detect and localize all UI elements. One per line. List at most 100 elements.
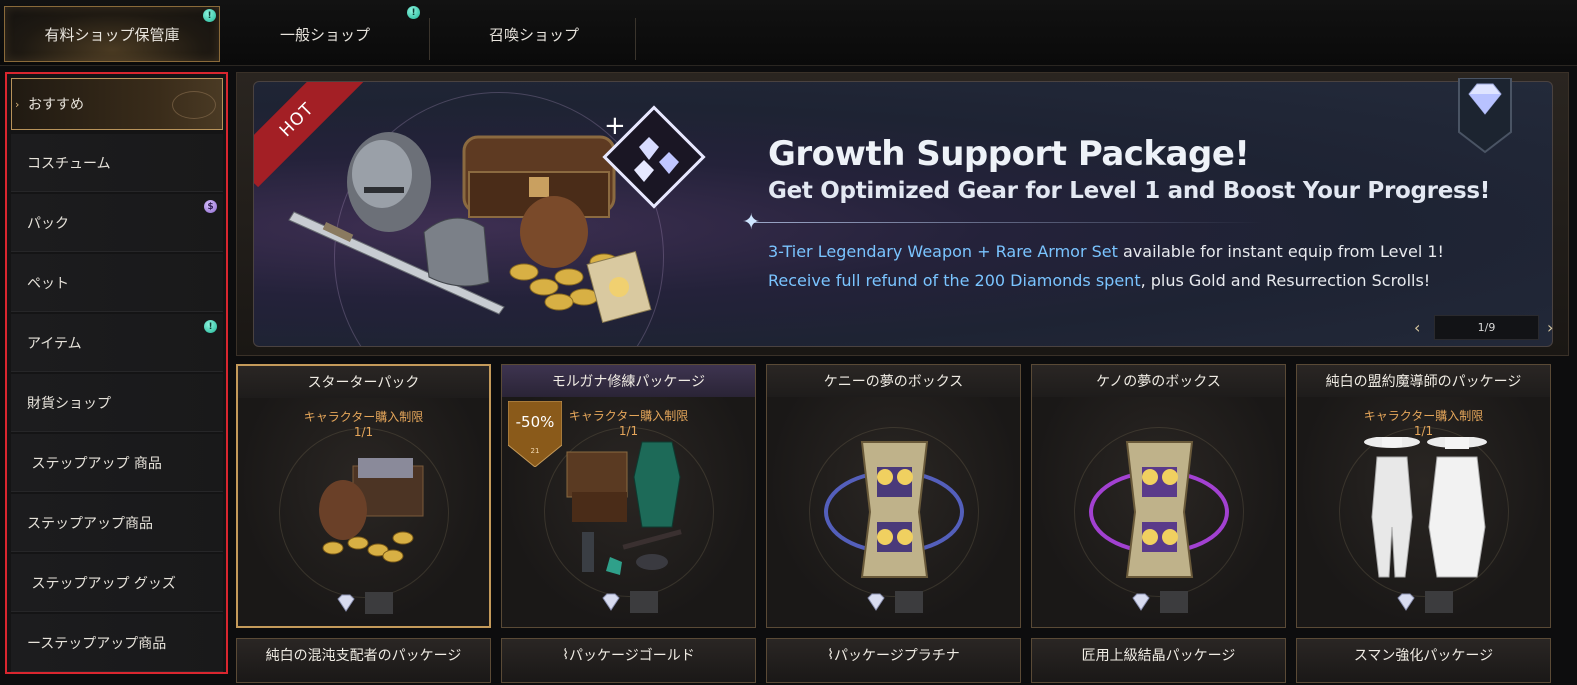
notification-badge: ! bbox=[204, 320, 217, 333]
product-title: ⌇ パッケージプラチナ bbox=[767, 639, 1020, 671]
price-value bbox=[1424, 591, 1453, 613]
sidebar-item-label: ーステップアップ商品 bbox=[27, 635, 167, 652]
tab-divider bbox=[429, 18, 430, 60]
diamond-icon bbox=[1131, 593, 1150, 611]
sidebar-item-recommended[interactable]: › おすすめ bbox=[11, 78, 223, 130]
diamond-icon bbox=[866, 593, 885, 611]
product-title: モルガナ修練パッケージ bbox=[502, 365, 755, 397]
sidebar-item-label: おすすめ bbox=[28, 97, 84, 113]
price-value bbox=[629, 591, 658, 613]
product-card-kenny-dream-box[interactable]: ケニーの夢のボックス bbox=[766, 364, 1021, 628]
price-row bbox=[1297, 591, 1550, 613]
sidebar-item-label: ステップアップ グッズ bbox=[27, 575, 176, 592]
purchase-limit-label: キャラクター購入制限 bbox=[1363, 409, 1484, 423]
sidebar-item-stepup-1[interactable]: ステップアップ 商品 bbox=[11, 434, 223, 492]
discount-text: -50% bbox=[516, 413, 555, 431]
product-title: ケノの夢のボックス bbox=[1032, 365, 1285, 397]
category-sidebar: › おすすめ コスチューム パック $ ペット アイテム ! 財貨ショップ ステ… bbox=[5, 72, 228, 674]
currency-badge: $ bbox=[204, 200, 217, 213]
product-card-crafter-crystal[interactable]: 匠用上級結晶パッケージ bbox=[1031, 638, 1286, 683]
armor-icon bbox=[423, 217, 490, 287]
product-title: 純白の盟約魔導師のパッケージ bbox=[1297, 365, 1550, 397]
promo-banner[interactable]: HOT + Growth Support Package! Get Optimi… bbox=[236, 72, 1569, 356]
notification-badge: ! bbox=[407, 6, 420, 19]
morgana-pack-image bbox=[566, 441, 682, 575]
product-title: スターターパック bbox=[238, 366, 489, 398]
scroll-icon bbox=[586, 250, 652, 324]
sidebar-item-stepup-goods[interactable]: ステップアップ グッズ bbox=[11, 554, 223, 612]
diamond-icon bbox=[336, 594, 355, 612]
coin-bag-icon bbox=[520, 196, 588, 268]
tab-paid-shop-storage[interactable]: 有料ショップ保管庫 bbox=[4, 6, 220, 62]
starter-pack-image bbox=[319, 458, 424, 563]
price-value bbox=[1159, 591, 1188, 613]
sidebar-item-stepup-2[interactable]: ステップアップ商品 bbox=[11, 494, 223, 552]
plus-icon: + bbox=[604, 111, 626, 141]
dream-box-image bbox=[1089, 441, 1229, 578]
package-illustration: + bbox=[288, 105, 706, 324]
product-card-white-chaos-ruler[interactable]: 純白の混沌支配者のパッケージ bbox=[236, 638, 491, 683]
diamond-icon bbox=[1396, 593, 1415, 611]
tab-label: 有料ショップ保管庫 bbox=[44, 25, 180, 44]
product-title: 匠用上級結晶パッケージ bbox=[1081, 648, 1236, 664]
title-text: パッケージプラチナ bbox=[834, 648, 960, 664]
chevron-left-icon[interactable]: ‹ bbox=[1414, 318, 1420, 337]
title-prefix: ⌇ bbox=[562, 647, 570, 663]
tab-label: 一般ショップ bbox=[279, 25, 370, 44]
diamond-emblem-icon bbox=[1458, 78, 1512, 154]
sidebar-item-costume[interactable]: コスチューム bbox=[11, 134, 223, 192]
product-title: ⌇ パッケージゴールド bbox=[502, 639, 755, 671]
product-card-white-pact-mage[interactable]: 純白の盟約魔導師のパッケージ キャラクター購入制限 1/1 bbox=[1296, 364, 1551, 628]
dream-box-image bbox=[824, 441, 964, 578]
product-title: 純白の混沌支配者のパッケージ bbox=[265, 648, 462, 664]
sidebar-item-label: 財貨ショップ bbox=[27, 395, 111, 412]
banner-line-1-text: available for instant equip from Level 1… bbox=[1117, 242, 1444, 261]
tab-general-shop[interactable]: 一般ショップ bbox=[222, 6, 428, 62]
banner-divider bbox=[754, 222, 1264, 223]
banner-pager: 1/9 bbox=[1434, 315, 1539, 340]
product-card-keno-dream-box[interactable]: ケノの夢のボックス bbox=[1031, 364, 1286, 628]
banner-line-1-highlight: 3-Tier Legendary Weapon + Rare Armor Set bbox=[768, 242, 1118, 261]
banner-subtitle: Get Optimized Gear for Level 1 and Boost… bbox=[768, 178, 1490, 204]
sidebar-item-item[interactable]: アイテム ! bbox=[11, 314, 223, 372]
sidebar-item-stepup-3[interactable]: ーステップアップ商品 bbox=[11, 614, 223, 672]
title-text: パッケージゴールド bbox=[569, 648, 695, 664]
product-title: スマン強化パッケージ bbox=[1353, 648, 1494, 664]
tab-summon-shop[interactable]: 召喚ショップ bbox=[432, 6, 636, 62]
price-value bbox=[364, 592, 393, 614]
chevron-right-icon: › bbox=[15, 97, 20, 111]
sidebar-item-currency-shop[interactable]: 財貨ショップ bbox=[11, 374, 223, 432]
banner-line-1: 3-Tier Legendary Weapon + Rare Armor Set… bbox=[768, 242, 1444, 261]
sidebar-item-label: ペット bbox=[27, 275, 69, 292]
sidebar-item-pet[interactable]: ペット bbox=[11, 254, 223, 312]
notification-badge: ! bbox=[203, 9, 216, 22]
diamond-icon bbox=[601, 593, 620, 611]
ornament-icon bbox=[172, 91, 216, 119]
product-card-morgana-training[interactable]: モルガナ修練パッケージ キャラクター購入制限 1/1 -50% 21 bbox=[501, 364, 756, 628]
product-card-package-platinum[interactable]: ⌇ パッケージプラチナ bbox=[766, 638, 1021, 683]
product-card-package-gold[interactable]: ⌇ パッケージゴールド bbox=[501, 638, 756, 683]
white-costume-image bbox=[1364, 437, 1487, 578]
title-prefix: ⌇ bbox=[827, 647, 835, 663]
banner-content: HOT + Growth Support Package! Get Optimi… bbox=[253, 81, 1553, 347]
product-card-starter-pack[interactable]: スターターパック キャラクター購入制限 1/1 bbox=[236, 364, 491, 628]
helmet-icon bbox=[347, 132, 431, 232]
tab-divider bbox=[635, 18, 636, 60]
chevron-right-icon[interactable]: › bbox=[1547, 318, 1553, 337]
price-row bbox=[1032, 591, 1285, 613]
price-row bbox=[238, 592, 489, 614]
banner-title: Growth Support Package! bbox=[768, 134, 1250, 174]
sidebar-item-pack[interactable]: パック $ bbox=[11, 194, 223, 252]
sidebar-item-label: ステップアップ 商品 bbox=[27, 455, 162, 472]
price-row bbox=[767, 591, 1020, 613]
banner-line-2-highlight: Receive full refund of the 200 Diamonds … bbox=[768, 271, 1141, 290]
banner-line-2-text: , plus Gold and Resurrection Scrolls! bbox=[1140, 271, 1431, 290]
sidebar-item-label: ステップアップ商品 bbox=[27, 515, 153, 532]
product-title: ケニーの夢のボックス bbox=[767, 365, 1020, 397]
product-card-enhancement[interactable]: スマン強化パッケージ bbox=[1296, 638, 1551, 683]
banner-line-2: Receive full refund of the 200 Diamonds … bbox=[768, 271, 1430, 290]
sidebar-item-label: パック bbox=[27, 215, 69, 232]
top-tab-bar: 有料ショップ保管庫 ! 一般ショップ ! 召喚ショップ bbox=[0, 0, 1577, 66]
sidebar-item-label: コスチューム bbox=[27, 155, 111, 172]
purchase-limit-label: キャラクター購入制限 bbox=[303, 410, 424, 424]
